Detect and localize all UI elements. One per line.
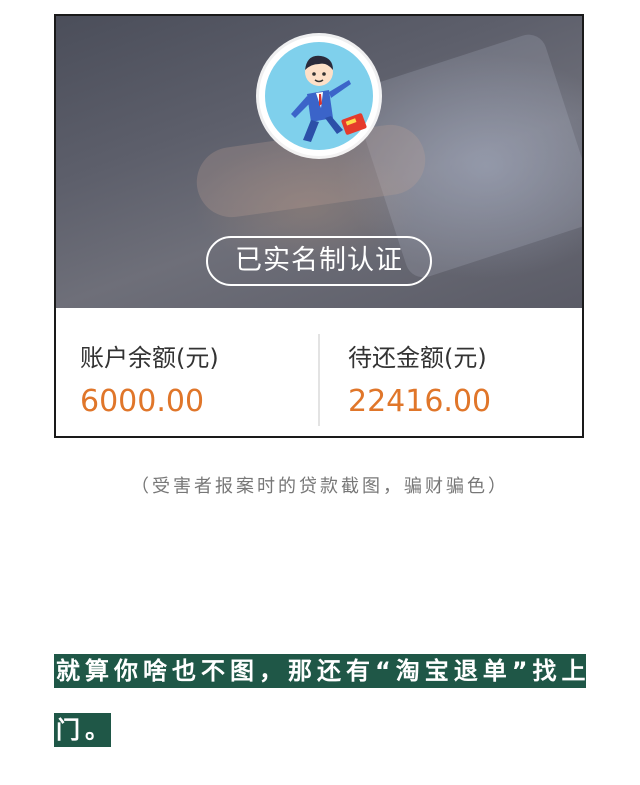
verified-status-button[interactable]: 已实名制认证 [206,236,432,286]
profile-header-background: 已实名制认证 [56,16,582,308]
amount-due-label: 待还金额(元) [348,344,487,372]
image-caption: （受害者报案时的贷款截图，骗财骗色） [131,476,509,497]
user-avatar[interactable] [259,36,379,156]
account-balance-stat: 账户余额(元) 6000.00 [56,308,318,436]
loan-app-screenshot: 已实名制认证 账户余额(元) 6000.00 待还金额(元) 22416.00 [54,14,584,438]
amount-due-stat: 待还金额(元) 22416.00 [320,308,582,436]
highlighted-text-line-1: 就算你啥也不图，那还有“淘宝退单”找上 [54,654,586,688]
highlighted-text-line-2: 门。 [54,713,111,747]
account-balance-label: 账户余额(元) [80,344,219,372]
account-balance-value: 6000.00 [80,384,205,419]
article-page: 已实名制认证 账户余额(元) 6000.00 待还金额(元) 22416.00 … [0,0,640,785]
amount-due-value: 22416.00 [348,384,492,419]
businessman-running-avatar-icon [261,38,377,154]
account-stats: 账户余额(元) 6000.00 待还金额(元) 22416.00 [56,308,582,436]
